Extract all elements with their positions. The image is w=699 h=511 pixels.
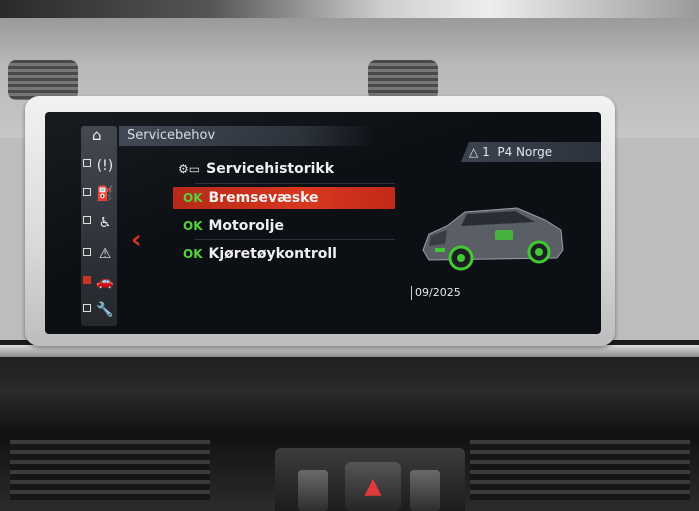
due-marker xyxy=(411,286,412,300)
menu-item-servicehistorikk[interactable]: ⚙▭ Servicehistorikk xyxy=(173,158,395,180)
warning-count: 1 xyxy=(482,145,490,159)
air-vent-right xyxy=(368,60,438,100)
page-title: Servicebehov xyxy=(119,126,377,146)
sidebar-indicator xyxy=(83,304,91,312)
tire-pressure-icon[interactable]: (!) xyxy=(93,156,117,176)
back-arrow-icon[interactable]: ‹ xyxy=(131,225,142,255)
status-bar: △ 1 P4 Norge 10:55 xyxy=(461,142,601,162)
sidebar-indicator xyxy=(83,159,91,167)
menu-item-motorolje[interactable]: OK Motorolje xyxy=(173,215,395,237)
lower-air-vent-right xyxy=(470,440,690,500)
air-vent-left xyxy=(8,60,78,100)
service-wrench-icon[interactable]: 🔧 xyxy=(93,300,117,320)
vehicle-status-icon[interactable]: 🚗 xyxy=(93,272,117,292)
divider xyxy=(195,239,395,240)
status-ok-badge: OK xyxy=(183,219,203,233)
service-due-date: 09/2025 xyxy=(415,286,461,299)
radio-station: P4 Norge xyxy=(497,145,553,159)
vehicle-illustration xyxy=(422,207,564,271)
menu-item-label: Kjøretøykontroll xyxy=(208,246,337,262)
hazard-triangle-icon: ▲ xyxy=(364,474,382,499)
clock: 10:55 xyxy=(469,165,504,179)
status-ok-badge: OK xyxy=(183,247,203,261)
status-ok-badge: OK xyxy=(183,191,203,205)
hazard-button[interactable]: ▲ xyxy=(345,462,401,511)
sidebar-indicator xyxy=(83,188,91,196)
sidebar-indicator-selected xyxy=(83,276,91,284)
console-button-right[interactable] xyxy=(410,470,440,511)
sidebar-indicator xyxy=(83,216,91,224)
lower-air-vent-left xyxy=(10,440,210,500)
menu-item-bremsevaeske[interactable]: OK Bremsevæske xyxy=(173,187,395,209)
console-button-left[interactable] xyxy=(298,470,328,511)
warning-triangle-icon[interactable]: ⚠ xyxy=(93,244,117,264)
divider xyxy=(195,183,395,184)
home-icon[interactable]: ⌂ xyxy=(92,126,102,144)
seat-belt-icon[interactable]: ♿ xyxy=(93,213,117,233)
sidebar-indicator xyxy=(83,248,91,256)
menu-item-label: Bremsevæske xyxy=(208,190,319,206)
idrive-screen: ⌂ (!) ⛽ ♿ ⚠ 🚗 🔧 ‹ Servicebehov △ 1 P4 No… xyxy=(45,112,601,334)
service-history-icon: ⚙▭ xyxy=(178,162,201,176)
menu-item-kjoretoykontroll[interactable]: OK Kjøretøykontroll xyxy=(173,243,395,265)
oil-level-icon[interactable]: ⛽ xyxy=(93,184,117,204)
menu-item-label: Servicehistorikk xyxy=(206,161,335,177)
chrome-trim xyxy=(0,345,699,357)
menu-item-label: Motorolje xyxy=(208,218,284,234)
warning-triangle-icon: △ xyxy=(469,145,479,159)
